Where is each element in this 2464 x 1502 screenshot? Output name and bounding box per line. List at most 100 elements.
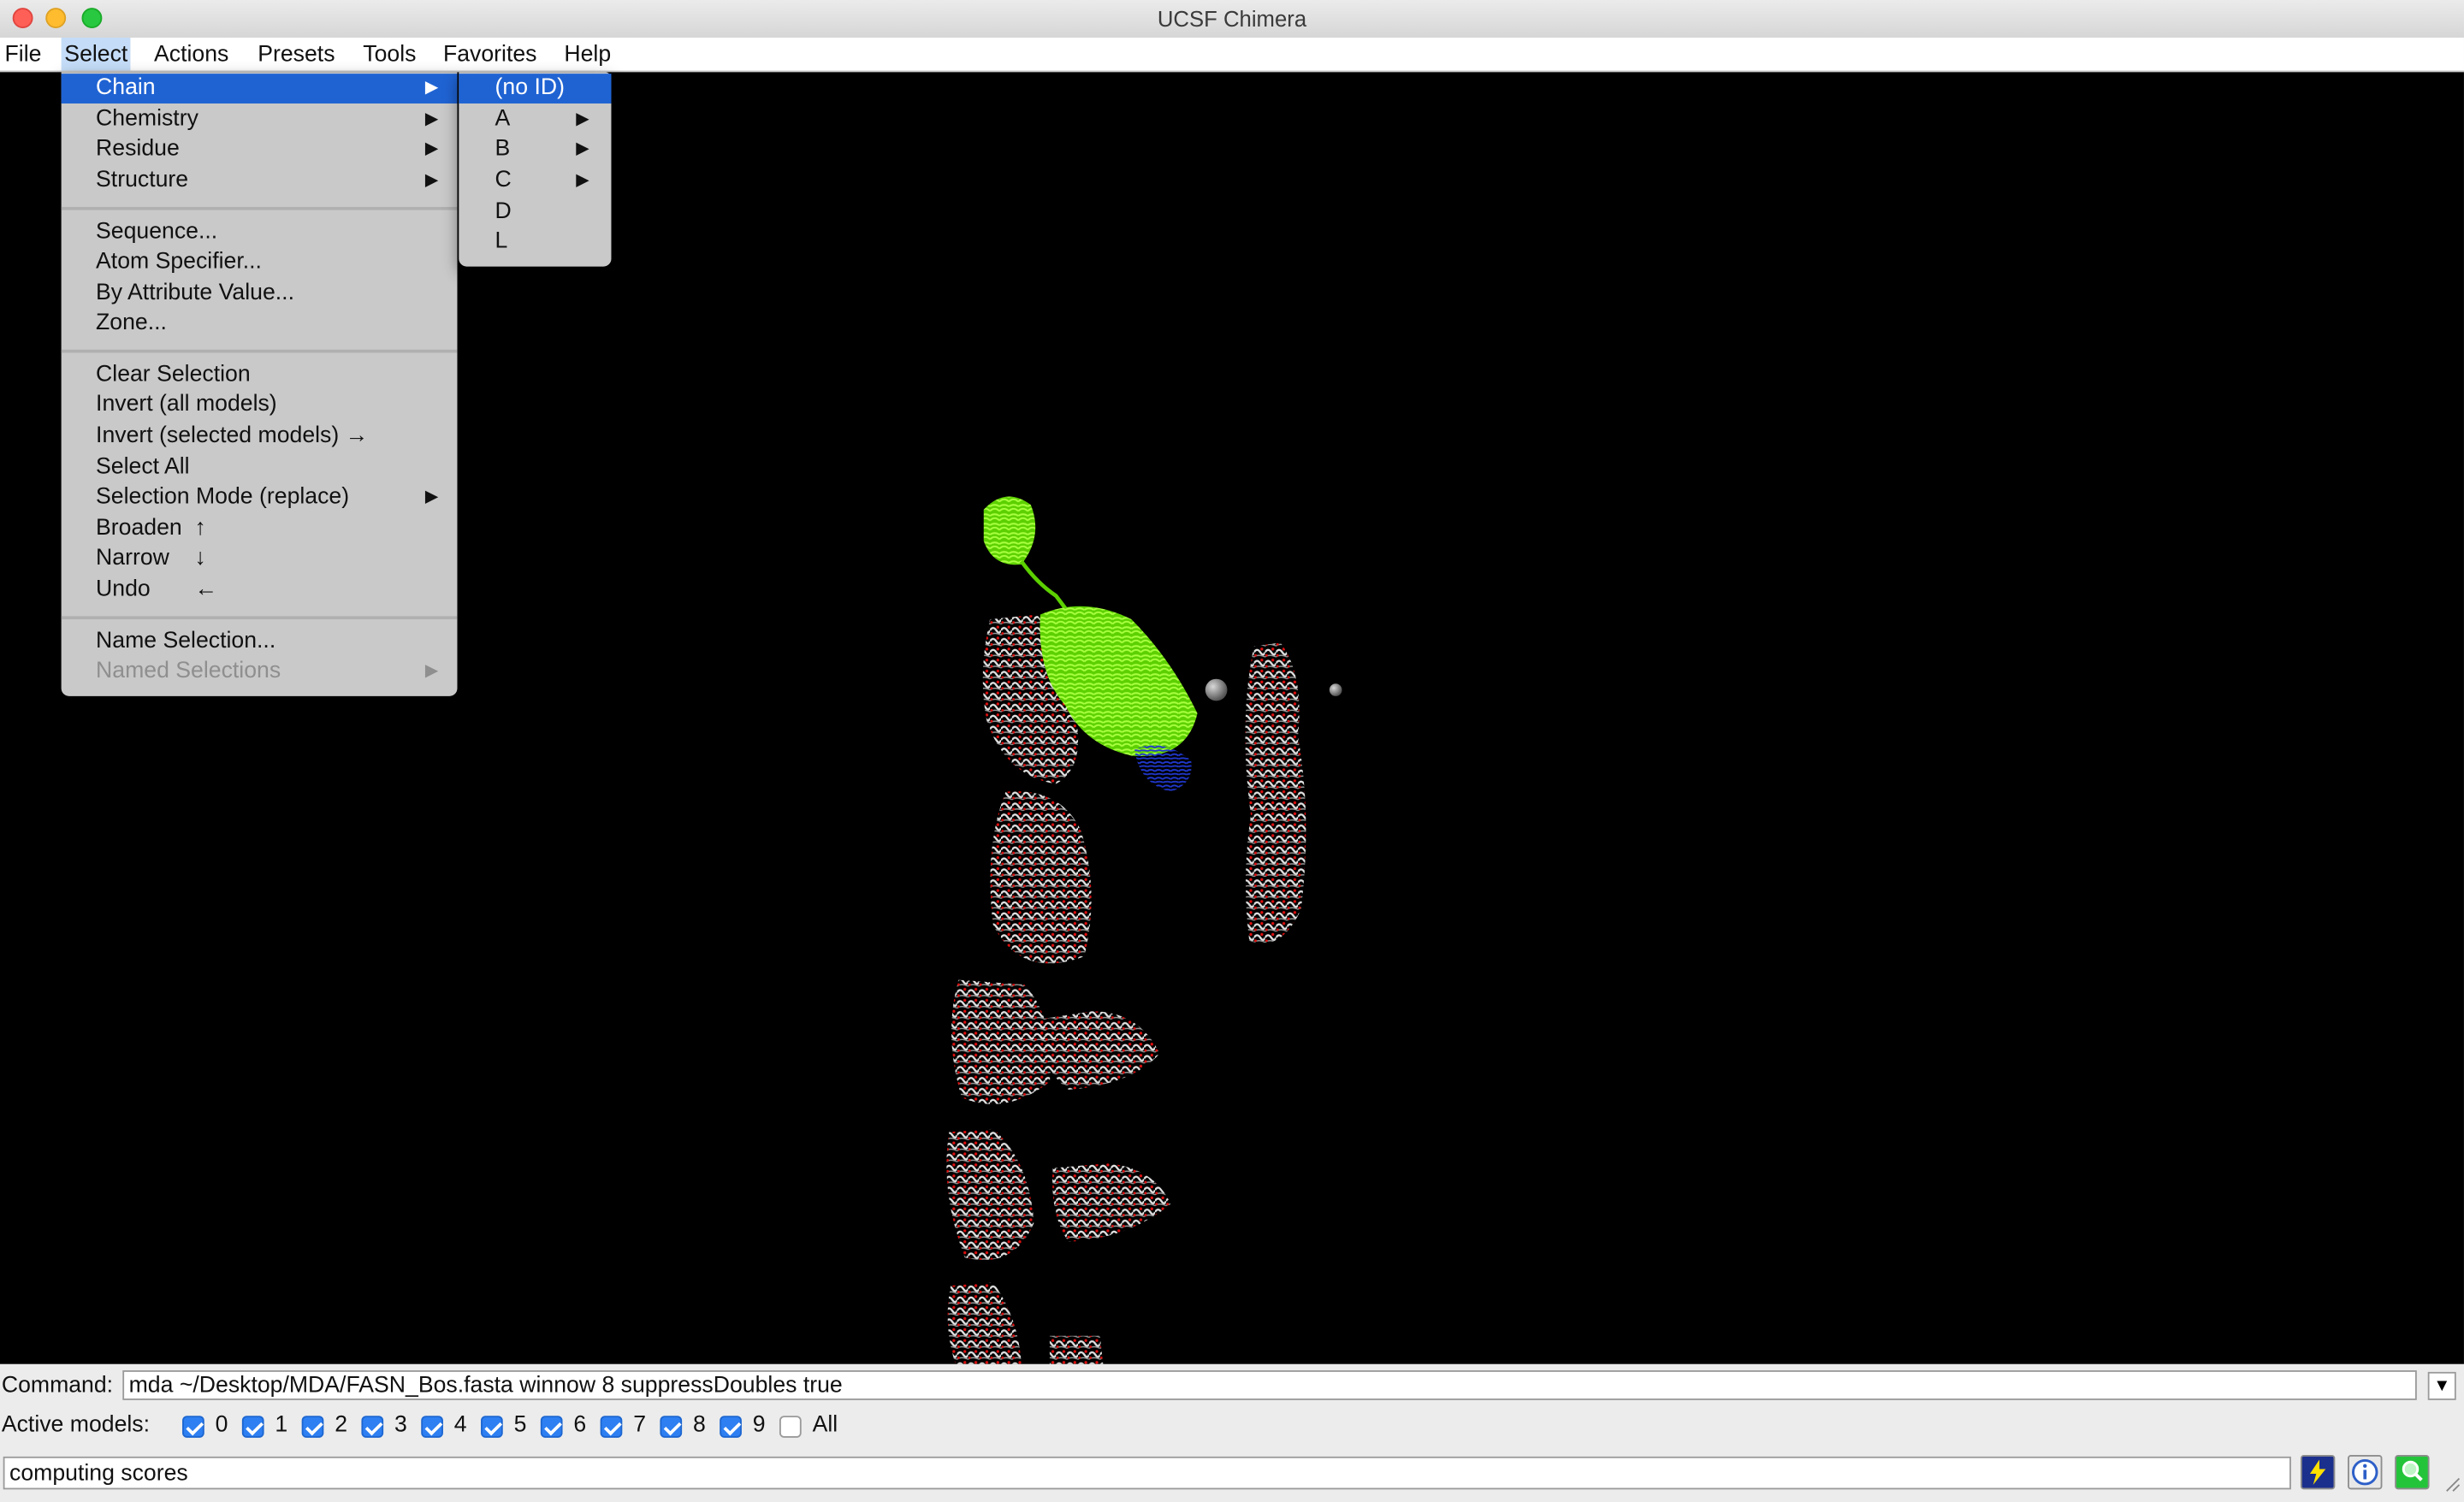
menu-item-label: Narrow ↓ bbox=[96, 545, 206, 571]
title-bar: UCSF Chimera bbox=[0, 0, 2464, 39]
status-row: computing scores bbox=[0, 1452, 2464, 1495]
menu-item-named-selections: Named Selections ▶ bbox=[62, 657, 458, 687]
menu-bar: File Select Actions Presets Tools Favori… bbox=[0, 37, 2464, 73]
menu-file[interactable]: File bbox=[2, 38, 44, 70]
menu-item-label: Name Selection... bbox=[96, 629, 276, 654]
status-text: computing scores bbox=[3, 1456, 2291, 1490]
menu-item-broaden[interactable]: Broaden ↑ bbox=[62, 514, 458, 544]
magnifier-icon[interactable] bbox=[2395, 1455, 2430, 1490]
model-0-checkbox[interactable] bbox=[182, 1416, 204, 1438]
model-label: 6 bbox=[573, 1412, 587, 1438]
chevron-right-icon: ▶ bbox=[424, 661, 439, 681]
menu-item-label: Broaden ↑ bbox=[96, 516, 206, 541]
model-all-checkbox[interactable] bbox=[779, 1416, 802, 1438]
chain-item-a[interactable]: A ▶ bbox=[459, 105, 611, 135]
chain-item-d[interactable]: D bbox=[459, 198, 611, 228]
menu-help[interactable]: Help bbox=[561, 38, 614, 70]
menu-item-label: By Attribute Value... bbox=[96, 281, 294, 306]
blue-chain bbox=[1134, 745, 1192, 792]
lightning-icon[interactable] bbox=[2300, 1455, 2336, 1490]
chain-item-l[interactable]: L bbox=[459, 228, 611, 257]
menu-separator bbox=[61, 349, 458, 353]
active-models-label: Active models: bbox=[1, 1412, 151, 1438]
menu-item-chain[interactable]: Chain ▶ bbox=[61, 74, 458, 103]
model-label: 9 bbox=[752, 1412, 766, 1438]
model-7-checkbox[interactable] bbox=[600, 1416, 623, 1438]
menu-item-invert-all[interactable]: Invert (all models) bbox=[62, 390, 458, 420]
menu-item-select-all[interactable]: Select All bbox=[62, 453, 458, 483]
resize-grip-icon[interactable] bbox=[2442, 1474, 2461, 1493]
chain-item-b[interactable]: B ▶ bbox=[459, 135, 611, 165]
menu-item-label: Sequence... bbox=[96, 219, 218, 245]
model-label: 0 bbox=[215, 1412, 228, 1438]
chevron-right-icon: ▶ bbox=[424, 170, 439, 190]
menu-item-selection-mode[interactable]: Selection Mode (replace) ▶ bbox=[62, 483, 458, 513]
menu-item-clear-selection[interactable]: Clear Selection bbox=[62, 361, 458, 391]
menu-item-atom-specifier[interactable]: Atom Specifier... bbox=[62, 248, 458, 278]
menu-actions[interactable]: Actions bbox=[151, 38, 232, 70]
chevron-down-icon[interactable]: ▼ bbox=[2427, 1371, 2456, 1400]
menu-tools[interactable]: Tools bbox=[360, 38, 420, 70]
chevron-right-icon: ▶ bbox=[576, 109, 589, 129]
menu-item-invert-selected[interactable]: Invert (selected models) → bbox=[62, 422, 458, 452]
menu-item-zone[interactable]: Zone... bbox=[62, 309, 458, 339]
command-input[interactable]: mda ~/Desktop/MDA/FASN_Bos.fasta winnow … bbox=[122, 1370, 2417, 1400]
chain-submenu: (no ID) A ▶ B ▶ C ▶ D L bbox=[459, 72, 612, 267]
model-2-checkbox[interactable] bbox=[301, 1416, 324, 1438]
menu-item-residue[interactable]: Residue ▶ bbox=[62, 135, 458, 165]
chain-item-c[interactable]: C ▶ bbox=[459, 166, 611, 196]
menu-item-name-selection[interactable]: Name Selection... bbox=[62, 627, 458, 657]
menu-item-structure[interactable]: Structure ▶ bbox=[62, 166, 458, 196]
menu-item-label: Structure bbox=[96, 168, 189, 193]
ion-sphere bbox=[1329, 683, 1342, 696]
select-menu: Chain ▶ Chemistry ▶ Residue ▶ Structure ▶ Se… bbox=[61, 72, 458, 696]
model-8-checkbox[interactable] bbox=[660, 1416, 683, 1438]
command-label: Command: bbox=[1, 1373, 114, 1399]
chevron-right-icon: ▶ bbox=[424, 139, 439, 159]
menu-item-narrow[interactable]: Narrow ↓ bbox=[62, 544, 458, 574]
menu-separator bbox=[61, 616, 458, 620]
menu-item-label: D bbox=[495, 198, 512, 225]
menu-item-label: A bbox=[495, 106, 511, 132]
menu-item-label: Undo ← bbox=[96, 577, 218, 602]
chevron-right-icon: ▶ bbox=[424, 488, 439, 507]
chain-item-no-id[interactable]: (no ID) bbox=[459, 74, 612, 103]
menu-item-label: (no ID) bbox=[495, 74, 565, 101]
menu-item-by-attribute-value[interactable]: By Attribute Value... bbox=[62, 279, 458, 309]
chimera-window: UCSF Chimera File Select Actions Presets… bbox=[0, 0, 2464, 1502]
menu-item-label: Named Selections bbox=[96, 658, 281, 684]
menu-item-undo[interactable]: Undo ← bbox=[62, 576, 458, 606]
menu-item-label: Invert (all models) bbox=[96, 392, 277, 417]
menu-item-label: Residue bbox=[96, 136, 180, 162]
model-label: 3 bbox=[394, 1412, 407, 1438]
model-6-checkbox[interactable] bbox=[540, 1416, 563, 1438]
menu-select[interactable]: Select bbox=[61, 37, 132, 71]
chevron-right-icon: ▶ bbox=[576, 170, 589, 190]
model-4-checkbox[interactable] bbox=[421, 1416, 443, 1438]
window-title: UCSF Chimera bbox=[1157, 6, 1307, 32]
model-label: 8 bbox=[692, 1412, 706, 1438]
model-1-checkbox[interactable] bbox=[241, 1416, 264, 1438]
menu-item-sequence[interactable]: Sequence... bbox=[62, 218, 458, 248]
model-9-checkbox[interactable] bbox=[720, 1416, 742, 1438]
command-row: Command: mda ~/Desktop/MDA/FASN_Bos.fast… bbox=[0, 1367, 2464, 1404]
menu-item-label: B bbox=[495, 136, 511, 162]
model-5-checkbox[interactable] bbox=[481, 1416, 503, 1438]
model-3-checkbox[interactable] bbox=[361, 1416, 384, 1438]
info-icon[interactable] bbox=[2348, 1455, 2383, 1490]
menu-item-label: Chain bbox=[96, 74, 156, 101]
model-label: 2 bbox=[335, 1412, 348, 1438]
menu-presets[interactable]: Presets bbox=[255, 38, 339, 70]
model-label: 5 bbox=[513, 1412, 527, 1438]
model-label: 7 bbox=[633, 1412, 647, 1438]
menu-favorites[interactable]: Favorites bbox=[440, 38, 540, 70]
menu-item-label: Atom Specifier... bbox=[96, 249, 262, 275]
menu-item-label: Zone... bbox=[96, 310, 167, 336]
ion-sphere bbox=[1205, 678, 1228, 701]
menu-item-label: Chemistry bbox=[96, 106, 198, 132]
menu-item-label: Selection Mode (replace) bbox=[96, 484, 350, 510]
menu-item-label: C bbox=[495, 168, 512, 193]
menu-item-label: Invert (selected models) → bbox=[96, 423, 369, 449]
menu-item-chemistry[interactable]: Chemistry ▶ bbox=[62, 105, 458, 135]
menu-separator bbox=[61, 206, 458, 210]
